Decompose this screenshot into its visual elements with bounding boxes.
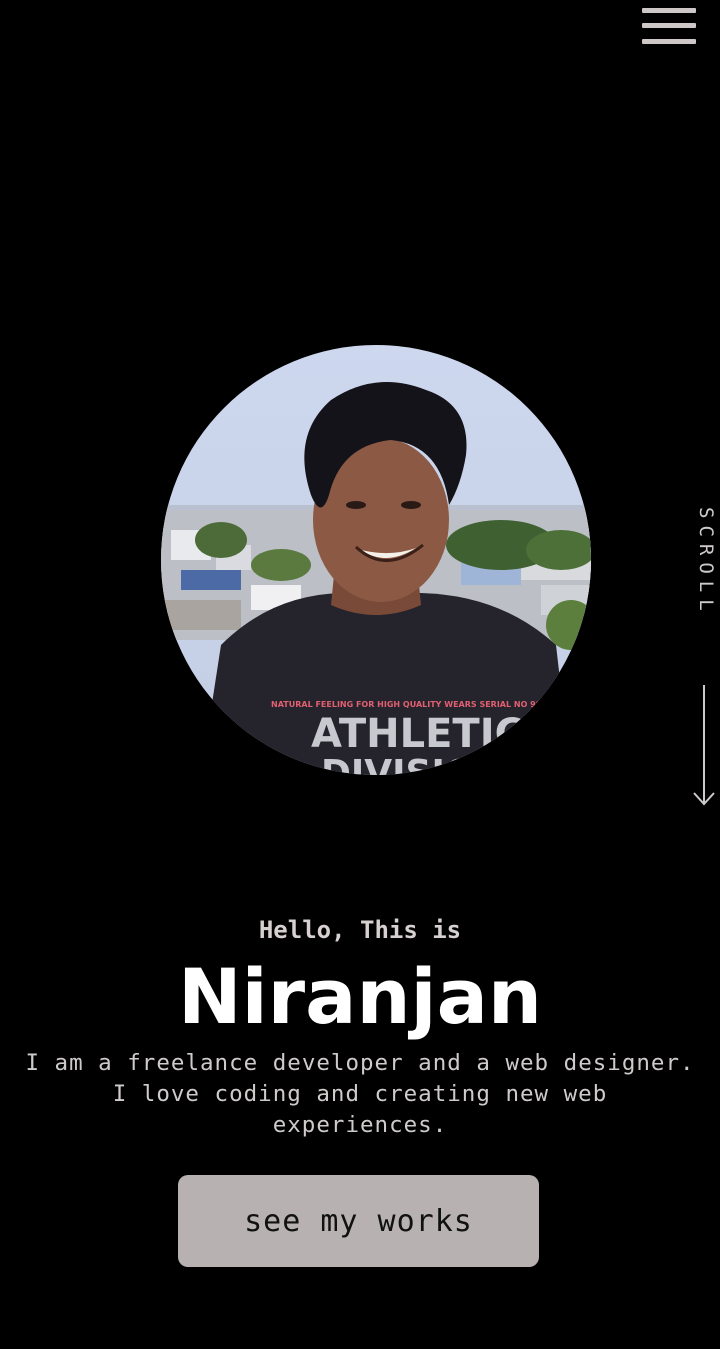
svg-text:DIVISIO: DIVISIO	[321, 753, 475, 775]
hamburger-menu-icon	[642, 8, 696, 13]
see-my-works-button[interactable]: see my works	[178, 1175, 539, 1267]
svg-text:ATHLETIC: ATHLETIC	[311, 711, 524, 757]
scroll-label: SCROLL	[695, 507, 717, 618]
menu-button[interactable]	[642, 8, 696, 46]
arrow-down-icon	[693, 685, 715, 806]
bio-text: I am a freelance developer and a web des…	[25, 1050, 695, 1138]
avatar: NATURAL FEELING FOR HIGH QUALITY WEARS S…	[161, 345, 591, 775]
greeting-text: Hello, This is	[258, 916, 462, 944]
svg-text:NATURAL FEELING FOR HIGH QUALI: NATURAL FEELING FOR HIGH QUALITY WEARS S…	[271, 700, 553, 709]
scroll-indicator: SCROLL	[690, 505, 718, 810]
hero-name: Niranjan	[178, 952, 542, 1041]
